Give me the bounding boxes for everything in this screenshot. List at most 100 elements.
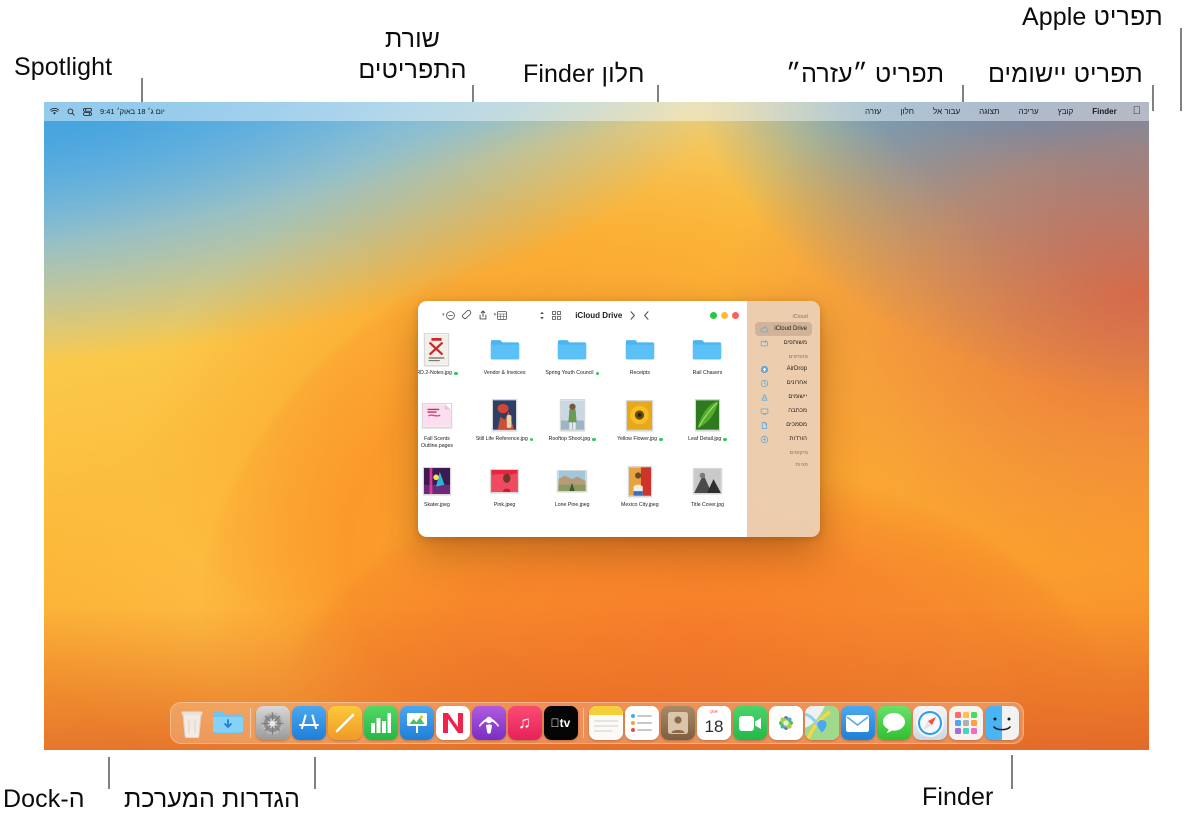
file-name-wrap: Pink.jpeg bbox=[494, 502, 515, 509]
dock-item-trash[interactable] bbox=[175, 706, 209, 740]
dock-item-podcasts[interactable] bbox=[471, 706, 506, 740]
file-item[interactable]: Pink.jpeg bbox=[471, 463, 539, 529]
dock-separator bbox=[582, 708, 584, 738]
sidebar-item-documents[interactable]: מסמכים bbox=[755, 418, 812, 432]
freeform-pencil-icon bbox=[335, 713, 354, 733]
file-name: RD.2-Notes.jpg bbox=[418, 370, 452, 376]
dock-item-facetime[interactable] bbox=[732, 706, 767, 740]
sidebar-item-icloud-drive[interactable]: iCloud Drive bbox=[755, 322, 812, 336]
sidebar-item-downloads[interactable]: הורדות bbox=[755, 432, 812, 446]
control-center-icon[interactable] bbox=[83, 107, 92, 116]
leader-dock bbox=[108, 757, 110, 789]
calendar-icon: אוק 18 bbox=[696, 706, 731, 740]
file-item[interactable]: Leaf Detail.jpg bbox=[674, 397, 742, 463]
file-item[interactable]: Rooftop Shoot.jpg bbox=[538, 397, 606, 463]
dock-item-keynote[interactable] bbox=[399, 706, 434, 740]
file-item[interactable]: Mexico City.jpeg bbox=[606, 463, 674, 529]
sidebar-item-label: מסמכים bbox=[786, 422, 807, 428]
file-item[interactable]: Rail Chasers bbox=[674, 331, 742, 397]
group-items-icon[interactable]: ▾ bbox=[442, 310, 455, 320]
sidebar-item-label: iCloud Drive bbox=[774, 326, 807, 332]
action-menu-icon[interactable]: ▾ bbox=[493, 310, 508, 320]
file-item[interactable]: Vendor & Invoices bbox=[471, 331, 539, 397]
forward-button[interactable] bbox=[643, 310, 650, 320]
file-thumbnail bbox=[692, 463, 722, 499]
dock-item-system-settings[interactable] bbox=[255, 706, 290, 740]
finder-face-icon bbox=[984, 706, 1019, 740]
dock-item-tv[interactable]: tv bbox=[543, 706, 578, 740]
dock-item-photos[interactable] bbox=[768, 706, 803, 740]
lone-pine-thumb bbox=[557, 470, 588, 492]
file-name-wrap: Spring Youth Council bbox=[545, 370, 600, 377]
menu-item-finder[interactable]: Finder bbox=[1087, 107, 1121, 116]
file-item[interactable]: Fall Scents Outline.pages bbox=[418, 397, 471, 463]
file-name: Skater.jpeg bbox=[423, 502, 450, 508]
back-button[interactable] bbox=[629, 310, 636, 320]
share-icon[interactable] bbox=[479, 310, 487, 320]
minimize-button[interactable] bbox=[721, 311, 729, 319]
system-settings-gear-icon bbox=[261, 712, 284, 734]
menu-item-file[interactable]: קובץ bbox=[1053, 107, 1079, 116]
sidebar-header-locations: מיקומים bbox=[789, 450, 808, 456]
file-name-wrap: Receipts bbox=[630, 370, 650, 377]
dock-item-finder[interactable] bbox=[984, 706, 1019, 740]
icloud-icon bbox=[760, 326, 769, 332]
dock-item-notes[interactable] bbox=[588, 706, 623, 740]
sidebar-item-airdrop[interactable]: AirDrop bbox=[755, 362, 812, 376]
menu-item-help[interactable]: עזרה bbox=[860, 107, 886, 116]
sidebar-item-shared[interactable]: משותפים bbox=[755, 336, 812, 350]
callout-menu-bar: שורת התפריטים bbox=[358, 25, 467, 84]
dock-item-downloads[interactable] bbox=[211, 706, 245, 740]
menu-item-edit[interactable]: עריכה bbox=[1014, 107, 1044, 116]
dock-item-calendar[interactable]: אוק 18 bbox=[696, 706, 731, 740]
app-store-icon bbox=[298, 714, 319, 730]
dock-item-messages[interactable] bbox=[876, 706, 911, 740]
file-item[interactable]: Still Life Reference.jpg bbox=[471, 397, 539, 463]
menu-item-view[interactable]: תצוגה bbox=[974, 107, 1004, 116]
menu-item-go[interactable]: עבור אל bbox=[928, 107, 965, 116]
dock-item-maps[interactable] bbox=[804, 706, 839, 740]
view-grid-icon[interactable] bbox=[552, 310, 562, 320]
dock-item-contacts[interactable] bbox=[660, 706, 695, 740]
sidebar-item-recents[interactable]: אחרונים bbox=[755, 376, 812, 390]
dock-item-launchpad[interactable] bbox=[948, 706, 983, 740]
file-item[interactable]: Receipts bbox=[606, 331, 674, 397]
menu-item-window[interactable]: חלון bbox=[895, 107, 919, 116]
file-item[interactable]: Yellow Flower.jpg bbox=[606, 397, 674, 463]
file-item[interactable]: Lone Pine.jpeg bbox=[538, 463, 606, 529]
wifi-icon[interactable] bbox=[50, 108, 59, 115]
dock-item-music[interactable]: ♫ bbox=[507, 706, 542, 740]
sidebar-item-applications[interactable]: יישומים bbox=[755, 390, 812, 404]
menu-bar:  Finder קובץ עריכה תצוגה עבור אל חלון ע… bbox=[44, 102, 1149, 121]
dock-item-reminders[interactable] bbox=[624, 706, 659, 740]
dock-item-mail[interactable] bbox=[840, 706, 875, 740]
search-icon[interactable] bbox=[67, 108, 75, 116]
file-name: Spring Youth Council bbox=[545, 370, 594, 376]
file-name-wrap: Skater.jpeg bbox=[424, 502, 450, 509]
finder-window[interactable]: iCloud iCloud Drive משותפים מועדפים AirD… bbox=[418, 301, 820, 537]
apple-logo-icon[interactable]:  bbox=[1133, 106, 1141, 117]
folder-icon bbox=[490, 339, 519, 359]
music-note-icon: ♫ bbox=[518, 713, 531, 732]
file-item[interactable]: Spring Youth Council bbox=[538, 331, 606, 397]
dock-item-numbers[interactable] bbox=[363, 706, 398, 740]
contacts-icon bbox=[667, 712, 688, 734]
dock-item-safari[interactable] bbox=[912, 706, 947, 740]
file-item[interactable]: Skater.jpeg bbox=[418, 463, 471, 529]
zoom-button[interactable] bbox=[710, 311, 718, 319]
dock-item-news[interactable] bbox=[435, 706, 470, 740]
tag-icon[interactable] bbox=[461, 310, 472, 320]
close-button[interactable] bbox=[732, 311, 740, 319]
sidebar-item-desktop[interactable]: מכתבה bbox=[755, 404, 812, 418]
dock-item-app-store[interactable] bbox=[291, 706, 326, 740]
menu-bar-clock[interactable]: יום ג׳ 18 באוק׳ 9:41 bbox=[100, 107, 165, 116]
dock-item-freeform[interactable] bbox=[327, 706, 362, 740]
file-thumbnail bbox=[421, 397, 452, 433]
chevron-down-icon: ▾ bbox=[493, 312, 497, 318]
poster-red-thumb bbox=[424, 332, 450, 366]
downloads-icon bbox=[761, 435, 769, 443]
file-item[interactable]: RD.2-Notes.jpg bbox=[418, 331, 471, 397]
file-item[interactable]: Title Cover.jpg bbox=[674, 463, 742, 529]
file-thumbnail bbox=[557, 331, 587, 367]
sort-icon[interactable] bbox=[539, 311, 545, 320]
